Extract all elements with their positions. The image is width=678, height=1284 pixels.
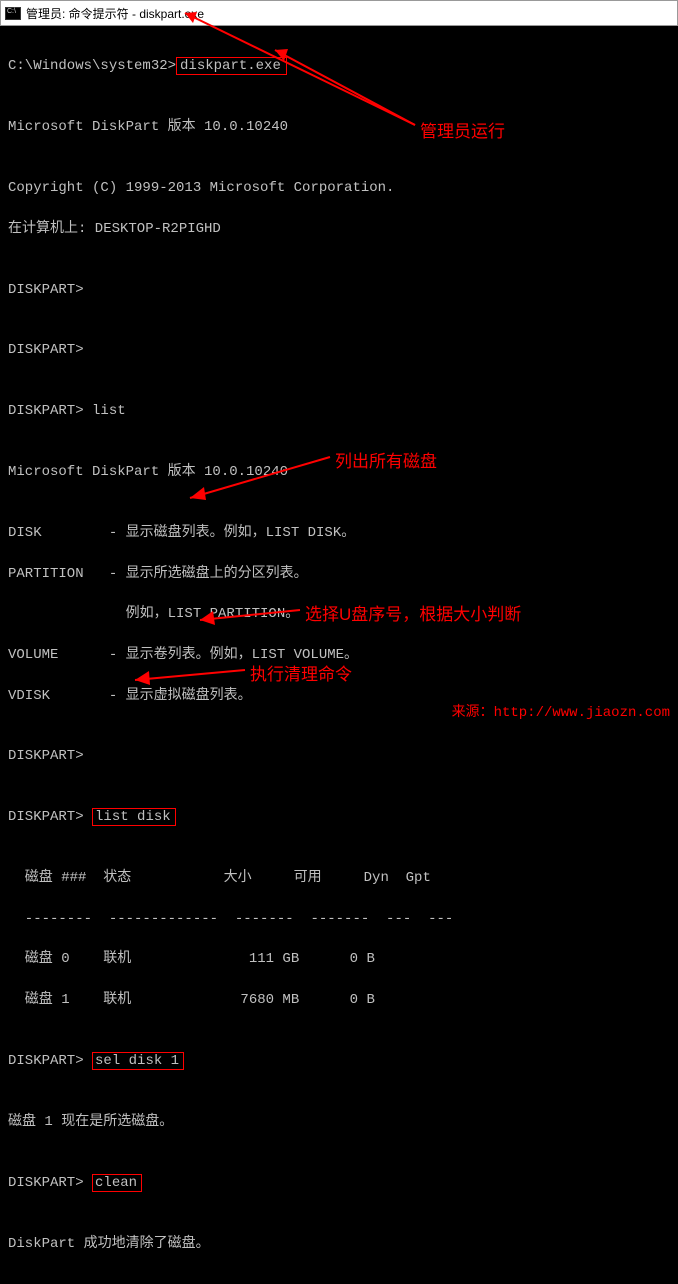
cmd-clean: clean — [92, 1174, 142, 1192]
terminal-output[interactable]: C:\Windows\system32>diskpart.exe Microso… — [0, 26, 678, 1284]
line-sel-msg: 磁盘 1 现在是所选磁盘。 — [8, 1112, 670, 1132]
line-help-disk: DISK - 显示磁盘列表。例如，LIST DISK。 — [8, 523, 670, 543]
line-copyright: Copyright (C) 1999-2013 Microsoft Corpor… — [8, 178, 670, 198]
annotation-admin-run: 管理员运行 — [420, 117, 505, 142]
line-dpprompt: DISKPART> — [8, 746, 670, 766]
table-row: 磁盘 1 联机 7680 MB 0 B — [8, 990, 670, 1010]
annotation-select-u: 选择U盘序号，根据大小判断 — [305, 600, 521, 625]
cmd-sel-disk: sel disk 1 — [92, 1052, 184, 1070]
line-dpprompt: DISKPART> — [8, 280, 670, 300]
window-title: 管理员: 命令提示符 - diskpart.exe — [26, 5, 204, 22]
line-dpprompt: DISKPART> — [8, 340, 670, 360]
cmd-diskpart: diskpart.exe — [176, 57, 287, 75]
cmd-list-disk: list disk — [92, 808, 176, 826]
line-seldisk: DISKPART> sel disk 1 — [8, 1051, 670, 1071]
window-titlebar: 管理员: 命令提示符 - diskpart.exe — [0, 0, 678, 26]
annotation-do-clean: 执行清理命令 — [250, 660, 352, 685]
line-table-head: 磁盘 ### 状态 大小 可用 Dyn Gpt — [8, 868, 670, 888]
cmd-icon — [5, 7, 21, 20]
line-clean: DISKPART> clean — [8, 1173, 670, 1193]
line-version1: Microsoft DiskPart 版本 10.0.10240 — [8, 117, 670, 137]
watermark: 来源：http://www.jiaozn.com — [452, 701, 670, 721]
line-table-sep: -------- ------------- ------- ------- -… — [8, 909, 670, 929]
line-prompt: C:\Windows\system32>diskpart.exe — [8, 56, 670, 76]
table-row: 磁盘 0 联机 111 GB 0 B — [8, 949, 670, 969]
line-listdisk: DISKPART> list disk — [8, 807, 670, 827]
line-dplist: DISKPART> list — [8, 401, 670, 421]
annotation-list-all: 列出所有磁盘 — [335, 447, 437, 472]
line-help-partition: PARTITION - 显示所选磁盘上的分区列表。 — [8, 564, 670, 584]
line-computer: 在计算机上: DESKTOP-R2PIGHD — [8, 219, 670, 239]
line-clean-msg: DiskPart 成功地清除了磁盘。 — [8, 1234, 670, 1254]
